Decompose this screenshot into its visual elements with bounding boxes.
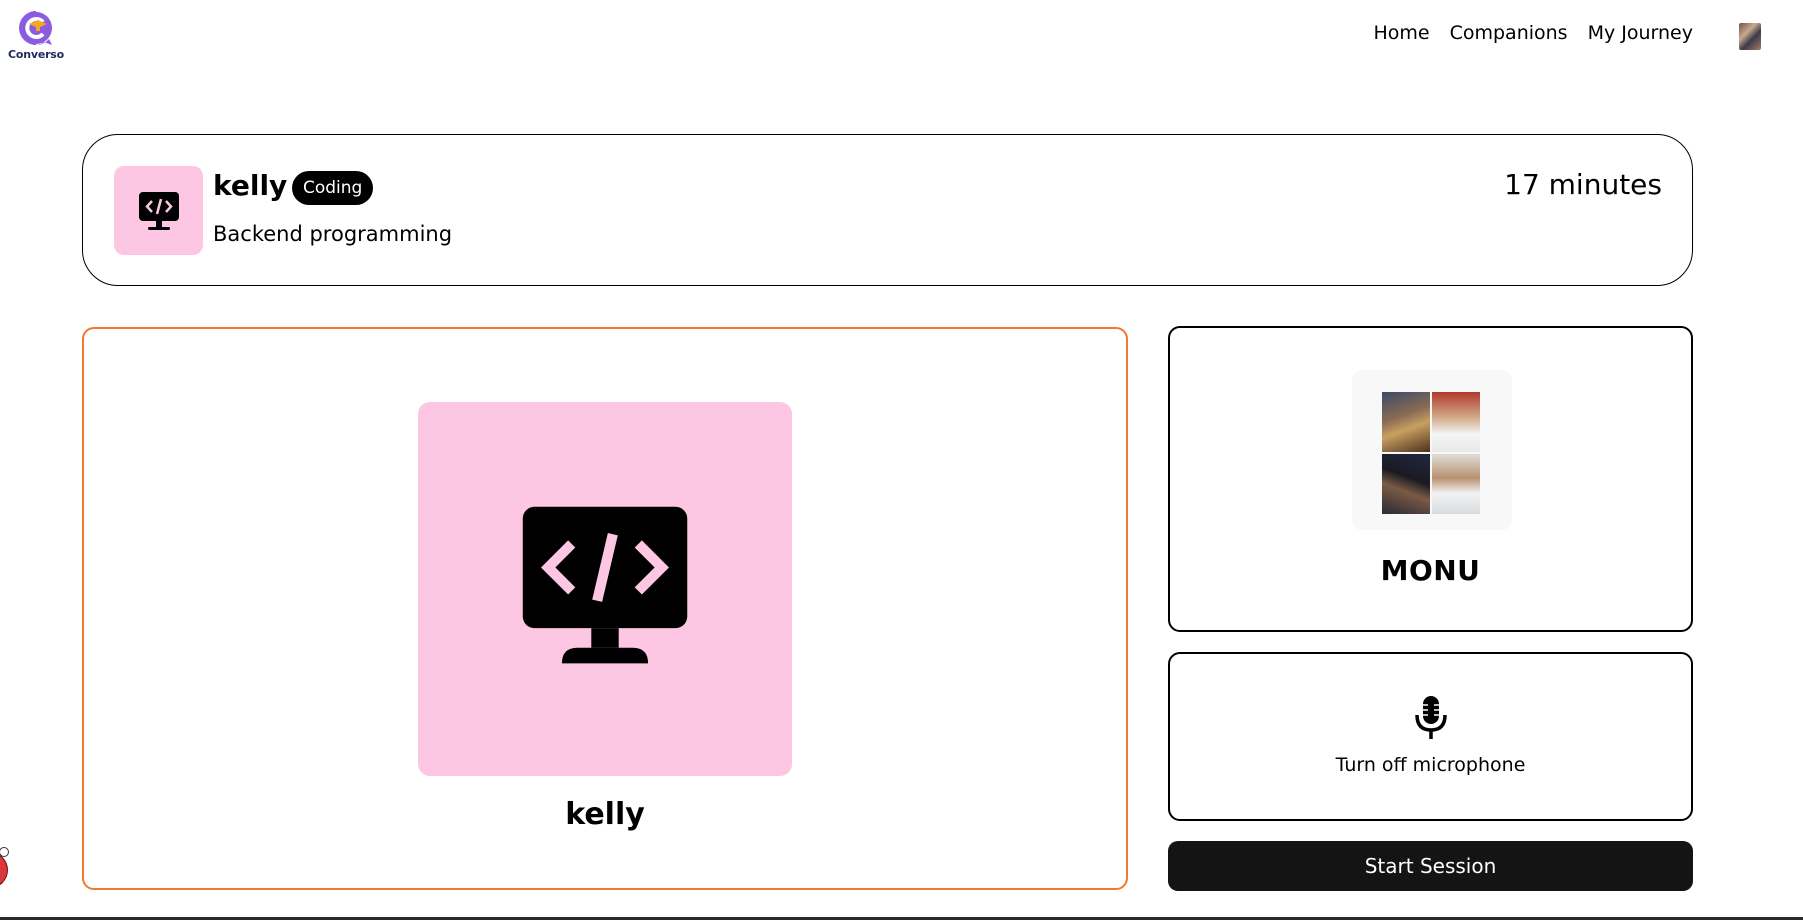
user-name: MONU — [1380, 554, 1481, 587]
floating-help-widget[interactable] — [0, 847, 9, 888]
companion-panel-name: kelly — [565, 797, 645, 832]
main-nav: Home Companions My Journey — [1373, 22, 1693, 44]
photo-tile — [1382, 392, 1430, 452]
logo[interactable]: Converso — [8, 8, 64, 64]
companion-panel: kelly — [82, 327, 1128, 890]
nav-home[interactable]: Home — [1373, 22, 1429, 44]
user-photo-collage — [1382, 392, 1480, 514]
user-panel: MONU — [1168, 326, 1693, 632]
logo-icon — [19, 11, 53, 45]
start-session-button[interactable]: Start Session — [1168, 841, 1693, 891]
companion-avatar — [418, 402, 792, 776]
photo-tile — [1432, 392, 1480, 452]
nav-my-journey[interactable]: My Journey — [1588, 22, 1693, 44]
code-monitor-icon — [522, 506, 688, 664]
photo-tile — [1382, 454, 1430, 514]
nav-companions[interactable]: Companions — [1450, 22, 1568, 44]
microphone-toggle-button[interactable]: Turn off microphone — [1168, 652, 1693, 821]
code-monitor-icon — [138, 191, 179, 230]
companion-topic: Backend programming — [213, 222, 453, 246]
companion-header-card: kelly Coding Backend programming 17 minu… — [82, 134, 1693, 286]
session-duration: 17 minutes — [1504, 168, 1662, 201]
subject-badge: Coding — [292, 171, 374, 205]
companion-icon-tile — [114, 166, 203, 255]
user-avatar[interactable] — [1739, 23, 1761, 50]
companion-name: kelly — [213, 169, 288, 202]
photo-tile — [1432, 454, 1480, 514]
microphone-label: Turn off microphone — [1335, 754, 1526, 776]
logo-text: Converso — [7, 48, 65, 61]
microphone-icon — [1415, 696, 1447, 739]
user-photo-frame — [1352, 370, 1512, 530]
